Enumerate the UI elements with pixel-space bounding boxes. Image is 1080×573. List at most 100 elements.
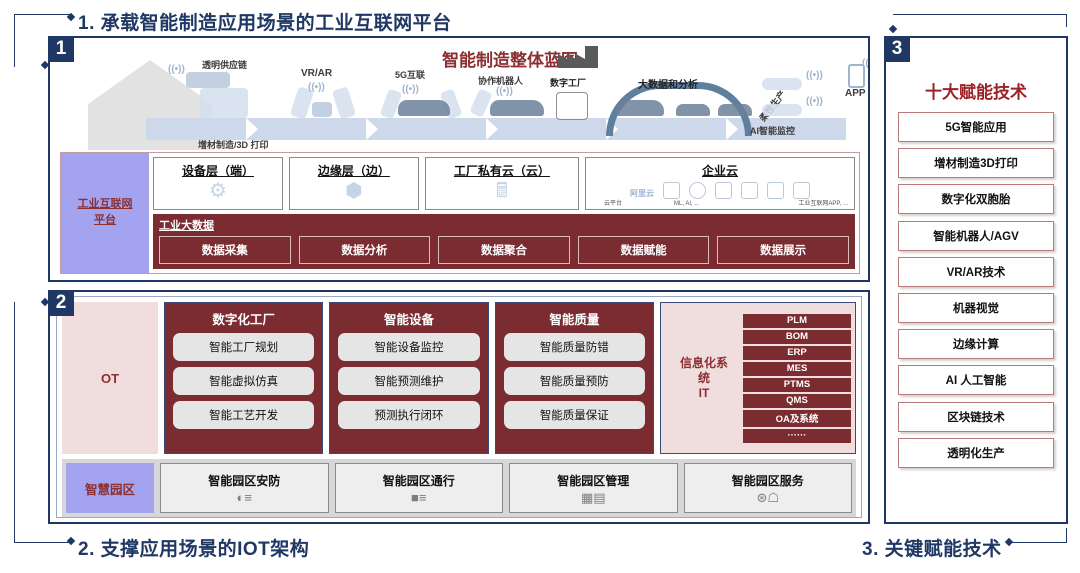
ot-label: OT xyxy=(62,302,158,454)
illustration-label-cobot: 协作机器人 xyxy=(478,76,524,86)
aliyun-logo-icon: 阿里云 xyxy=(630,189,655,198)
robot-arm-icon: ⚙ xyxy=(208,180,227,202)
tech-item[interactable]: 5G智能应用 xyxy=(898,112,1054,142)
big-data-item[interactable]: 数据采集 xyxy=(159,236,291,264)
flow-chevron xyxy=(486,118,498,140)
app-icon xyxy=(741,182,759,199)
it-label-line3: IT xyxy=(698,385,710,400)
park-item-title: 智能园区安防 xyxy=(208,474,281,488)
park-item-service[interactable]: 智能园区服务 ⊛☖ xyxy=(683,463,852,513)
big-data-item[interactable]: 数据分析 xyxy=(298,236,431,264)
flow-chevron xyxy=(246,118,258,140)
vr-device-icon xyxy=(312,102,332,117)
badge-2: 2 xyxy=(48,290,74,316)
big-data-item[interactable]: 数据聚合 xyxy=(438,236,570,264)
ai-brain-icon xyxy=(689,182,707,199)
group-item[interactable]: 智能预测维护 xyxy=(338,367,480,395)
it-system-item[interactable]: PLM xyxy=(742,313,851,328)
park-item-title: 智能园区服务 xyxy=(731,474,804,488)
group-item[interactable]: 智能质量预防 xyxy=(503,367,645,395)
car-icon xyxy=(490,100,544,116)
park-item-access[interactable]: 智能园区通行 ■≡ xyxy=(334,463,503,513)
group-item[interactable]: 智能工厂规划 xyxy=(173,333,315,361)
park-item-security[interactable]: 智能园区安防 ◐≡ xyxy=(160,463,329,513)
tech-item[interactable]: 透明化生产 xyxy=(898,437,1054,468)
it-system-item[interactable]: ERP xyxy=(742,345,851,360)
it-systems-box: 信息化系 统 IT PLM BOM ERP MES PTMS QMS OA及系统… xyxy=(659,302,856,454)
illustration-label-vr-ar: VR/AR xyxy=(301,68,333,79)
car-icon xyxy=(398,100,450,116)
big-data-strip: 工业大数据 数据采集 数据分析 数据聚合 数据赋能 数据展示 xyxy=(153,214,855,269)
iot-architecture-content: OT 数字化工厂 智能工厂规划 智能虚拟仿真 智能工艺开发 智能设备 智能设备监… xyxy=(56,296,862,518)
illustration-label-big-data: 大数据和分析 xyxy=(638,80,698,91)
tech-item[interactable]: 智能机器人/AGV xyxy=(898,220,1054,251)
it-systems-label: 信息化系 统 IT xyxy=(665,356,743,401)
park-item-title: 智能园区通行 xyxy=(382,474,455,488)
it-system-item[interactable]: MES xyxy=(742,361,851,376)
tech-item[interactable]: 边缘计算 xyxy=(898,329,1054,360)
tech-item[interactable]: 增材制造3D打印 xyxy=(898,148,1054,179)
platform-label-line1: 工业互联网 xyxy=(77,198,133,211)
big-data-item[interactable]: 数据赋能 xyxy=(577,236,710,264)
building-management-icon: ▦▤ xyxy=(580,490,606,505)
tech-item[interactable]: 机器视觉 xyxy=(898,292,1054,323)
group-item[interactable]: 智能质量防错 xyxy=(503,333,645,361)
big-data-item[interactable]: 数据展示 xyxy=(717,236,849,264)
callout-2-leader xyxy=(14,302,71,543)
tech-item[interactable]: 数字化双胞胎 xyxy=(898,184,1054,215)
badge-3: 3 xyxy=(884,36,910,62)
truck-icon xyxy=(186,72,230,88)
group-item[interactable]: 智能质量保证 xyxy=(503,401,645,429)
wifi-signal-icon: ((•)) xyxy=(496,86,513,97)
layer-device[interactable]: 设备层（端） ⚙ xyxy=(153,157,283,210)
callout-2-dot xyxy=(66,536,76,546)
layer-private-cloud-title: 工厂私有云（云） xyxy=(453,164,550,178)
it-systems-list: PLM BOM ERP MES PTMS QMS OA及系统 ······ xyxy=(742,313,851,443)
it-system-item[interactable]: BOM xyxy=(742,329,851,344)
edge-node-icon: ⬢ xyxy=(345,180,363,202)
illustration-label-ai-monitor: AI智能监控 xyxy=(750,126,796,136)
big-data-title: 工业大数据 xyxy=(159,220,214,232)
group-item[interactable]: 智能虚拟仿真 xyxy=(173,367,315,395)
tech-item[interactable]: VR/AR技术 xyxy=(898,256,1054,287)
app-icon xyxy=(715,182,733,199)
digital-factory-icon xyxy=(556,92,588,120)
smart-park-row: 智慧园区 智能园区安防 ◐≡ 智能园区通行 ■≡ 智能园区管理 ▦▤ 智能园区服… xyxy=(62,459,856,517)
private-cloud-icon: 🖩 xyxy=(495,180,508,202)
layer-enterprise-cloud[interactable]: 企业云 阿里云 云平台 ML, AI, ... 工业互联网APP, ... xyxy=(585,157,855,210)
illustration-label-additive: 增材制造/3D 打印 xyxy=(198,140,269,150)
tech-panel-title: 十大赋能技术 xyxy=(925,83,1027,102)
group-digital-factory: 数字化工厂 智能工厂规划 智能虚拟仿真 智能工艺开发 xyxy=(164,302,324,454)
it-system-item[interactable]: OA及系统 xyxy=(742,409,851,427)
enterprise-cloud-icons: 阿里云 xyxy=(630,182,811,199)
group-item[interactable]: 智能工艺开发 xyxy=(173,401,315,429)
wifi-signal-icon: ((•)) xyxy=(402,84,419,95)
wifi-signal-icon: ((•)) xyxy=(168,64,185,75)
car-icon xyxy=(676,104,710,116)
group-title: 智能质量 xyxy=(549,313,600,327)
tech-item[interactable]: 区块链技术 xyxy=(898,401,1054,432)
it-label-line2: 统 xyxy=(697,370,710,385)
tech-item[interactable]: AI 人工智能 xyxy=(898,365,1054,396)
ot-row: OT 数字化工厂 智能工厂规划 智能虚拟仿真 智能工艺开发 智能设备 智能设备监… xyxy=(62,302,856,454)
caption-2: 2. 支撑应用场景的IOT架构 xyxy=(78,539,310,560)
illustration-label-app: APP xyxy=(845,88,866,99)
group-title: 数字化工厂 xyxy=(212,313,275,327)
it-system-item[interactable]: ······ xyxy=(742,428,851,443)
group-item[interactable]: 预测执行闭环 xyxy=(338,401,480,429)
it-system-item[interactable]: QMS xyxy=(742,393,851,408)
layer-private-cloud[interactable]: 工厂私有云（云） 🖩 xyxy=(424,157,580,210)
layer-device-title: 设备层（端） xyxy=(181,164,254,178)
car-icon xyxy=(718,104,752,116)
smart-manufacturing-illustration: 智能制造整体蓝图 ((•)) 透明供应链 增材制造/3D 打印 ((•)) VR… xyxy=(50,38,868,150)
it-system-item[interactable]: PTMS xyxy=(742,377,851,392)
park-item-management[interactable]: 智能园区管理 ▦▤ xyxy=(509,463,678,513)
gate-access-icon: ■≡ xyxy=(411,490,427,505)
monitored-car-icon xyxy=(762,104,802,116)
wifi-signal-icon: ((•)) xyxy=(806,70,823,81)
layer-edge[interactable]: 边缘层（边） ⬢ xyxy=(288,157,419,210)
group-item[interactable]: 智能设备监控 xyxy=(338,333,480,361)
surveillance-icon: ◐≡ xyxy=(236,490,252,505)
platform-right-content: 设备层（端） ⚙ 边缘层（边） ⬢ 工厂私有云（云） 🖩 企业云 阿里云 云平台… xyxy=(149,153,859,273)
badge-1: 1 xyxy=(48,36,74,62)
